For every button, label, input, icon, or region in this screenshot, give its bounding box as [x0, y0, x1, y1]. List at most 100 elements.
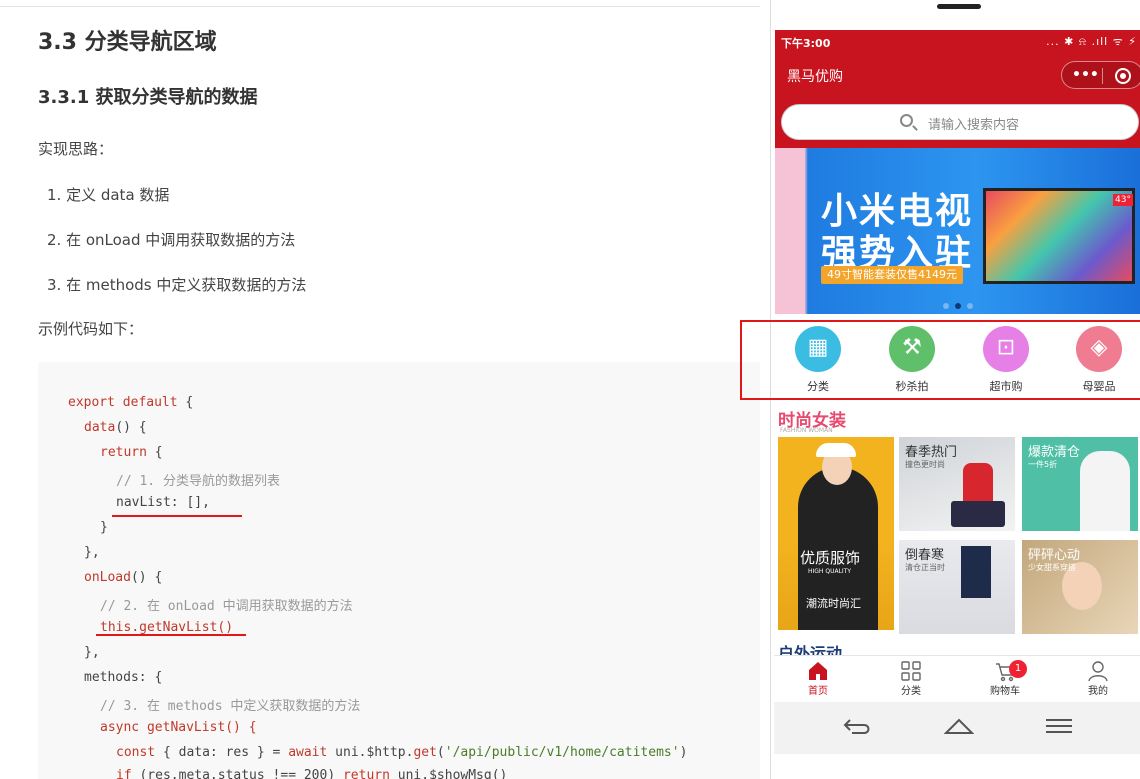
- grid-icon: ▦: [795, 326, 841, 372]
- nav-item-label: 分类: [807, 380, 829, 393]
- more-icon[interactable]: •••: [1072, 67, 1099, 83]
- nav-title: 黑马优购: [787, 69, 843, 85]
- shopping-bag-icon: ⊡: [983, 326, 1029, 372]
- code-line: onLoad() {: [84, 570, 163, 585]
- menu-icon[interactable]: [1044, 716, 1074, 741]
- status-bar: 下午3:00 ... ✱ ⍾ .ıll ᯤ ⚡: [775, 30, 1140, 54]
- nav-item-supermarket[interactable]: ⊡ 超市购: [976, 326, 1036, 394]
- code-line: navList: [],: [116, 495, 210, 510]
- tab-mine[interactable]: 我的: [1068, 660, 1128, 697]
- floor-tile[interactable]: 爆款清仓 一件5折: [1022, 437, 1138, 531]
- code-line: async getNavList() {: [100, 720, 257, 735]
- step-2: 2. 在 onLoad 中调用获取数据的方法: [47, 231, 296, 249]
- product-image: [963, 463, 993, 503]
- annotation-underline: [112, 515, 242, 517]
- tag-icon: ◈: [1076, 326, 1122, 372]
- status-time: 下午3:00: [781, 37, 831, 50]
- swiper-banner[interactable]: 小米电视 强势入驻 49寸智能套装仅售4149元 43°: [775, 148, 1140, 314]
- miniprogram-capsule[interactable]: •••: [1061, 61, 1140, 89]
- search-placeholder: 请输入搜索内容: [928, 118, 1020, 133]
- product-image: [961, 546, 991, 598]
- swiper-indicators: [940, 294, 976, 313]
- user-icon: [1068, 660, 1128, 682]
- search-input[interactable]: 请输入搜索内容: [781, 104, 1139, 140]
- top-divider: [0, 0, 760, 7]
- floor-tile[interactable]: 砰砰心动 少女甜系穿搭: [1022, 540, 1138, 634]
- android-nav-bar: [774, 702, 1140, 754]
- tab-label: 分类: [901, 686, 921, 697]
- nav-item-category[interactable]: ▦ 分类: [788, 326, 848, 394]
- home-nav-icon[interactable]: [943, 716, 975, 741]
- tile-title: 爆款清仓: [1028, 445, 1081, 460]
- back-icon[interactable]: [842, 716, 874, 741]
- code-comment: // 1. 分类导航的数据列表: [116, 474, 280, 489]
- code-line: methods: {: [84, 670, 163, 685]
- code-line: const { data: res } = await uni.$http.ge…: [116, 745, 688, 760]
- tile-subtitle: 一件5折: [1028, 460, 1058, 469]
- code-line: if (res.meta.status !== 200) return uni.…: [116, 768, 508, 779]
- code-block: export default { data() { return { // 1.…: [38, 362, 760, 779]
- capsule-divider: [1102, 68, 1103, 84]
- tile-title: 春季热门: [905, 445, 958, 460]
- hammer-icon: ⚒: [889, 326, 935, 372]
- product-image: [951, 501, 1005, 527]
- code-comment: // 3. 在 methods 中定义获取数据的方法: [100, 699, 361, 714]
- code-line: return {: [100, 445, 163, 460]
- tile-subtitle: 撞色更时尚: [905, 460, 945, 469]
- tile-title: 优质服饰: [800, 549, 861, 567]
- nav-item-flash-sale[interactable]: ⚒ 秒杀拍: [882, 326, 942, 394]
- tab-label: 购物车: [990, 686, 1020, 697]
- step-3: 3. 在 methods 中定义获取数据的方法: [47, 276, 307, 294]
- tile-subtitle: HIGH QUALITY: [808, 568, 852, 575]
- code-line: this.getNavList(): [100, 620, 234, 635]
- model-cap: [816, 443, 856, 457]
- nav-item-baby[interactable]: ◈ 母婴品: [1069, 326, 1129, 394]
- floor-tile[interactable]: 春季热门 撞色更时尚: [899, 437, 1015, 531]
- home-icon: [788, 660, 848, 682]
- code-line: }: [100, 520, 108, 535]
- code-line: export default {: [68, 395, 194, 410]
- code-comment: // 2. 在 onLoad 中调用获取数据的方法: [100, 599, 353, 614]
- category-icon: [881, 660, 941, 682]
- cart-icon: 1: [975, 660, 1035, 682]
- indicator-dot-active[interactable]: [955, 303, 961, 309]
- tile-title: 倒春寒: [905, 548, 945, 563]
- nav-item-label: 超市购: [989, 380, 1023, 393]
- banner-tag: 43°: [1113, 194, 1133, 206]
- example-label: 示例代码如下：: [38, 320, 144, 338]
- banner-promo: 49寸智能套装仅售4149元: [821, 266, 963, 284]
- status-icons: ... ✱ ⍾ .ıll ᯤ ⚡: [1046, 35, 1137, 48]
- tab-cart[interactable]: 1 购物车: [975, 660, 1035, 697]
- indicator-dot[interactable]: [967, 303, 973, 309]
- tab-label: 首页: [808, 686, 828, 697]
- annotation-underline: [96, 634, 246, 636]
- search-area: 请输入搜索内容: [775, 96, 1140, 148]
- phone-speaker: [937, 4, 981, 9]
- subsection-heading: 3.3.1 获取分类导航的数据: [38, 87, 258, 108]
- tutorial-document: 3.3 分类导航区域 3.3.1 获取分类导航的数据 实现思路： 1. 定义 d…: [0, 0, 770, 779]
- tile-title: 砰砰心动: [1028, 548, 1081, 563]
- tab-label: 我的: [1088, 686, 1108, 697]
- tab-category[interactable]: 分类: [881, 660, 941, 697]
- floor-tile[interactable]: 倒春寒 清仓正当时: [899, 540, 1015, 634]
- nav-item-label: 秒杀拍: [895, 380, 929, 393]
- tile-slogan: 潮流时尚汇: [806, 597, 861, 610]
- nav-bar: 黑马优购 •••: [775, 54, 1140, 96]
- tile-subtitle: 少女甜系穿搭: [1028, 563, 1076, 572]
- code-line: data() {: [84, 420, 147, 435]
- code-line: },: [84, 545, 100, 560]
- floor-subtitle: FASHION WOMAN: [780, 427, 833, 434]
- nav-item-label: 母婴品: [1082, 380, 1116, 393]
- close-target-icon[interactable]: [1115, 68, 1131, 84]
- banner-prev-peek: [775, 148, 805, 314]
- cart-badge: 1: [1009, 660, 1027, 678]
- floor-main-tile[interactable]: 优质服饰 HIGH QUALITY 潮流时尚汇: [778, 437, 894, 630]
- tab-home[interactable]: 首页: [788, 660, 848, 697]
- tile-subtitle: 清仓正当时: [905, 563, 945, 572]
- section-heading: 3.3 分类导航区域: [38, 30, 217, 55]
- step-1: 1. 定义 data 数据: [47, 186, 170, 204]
- indicator-dot[interactable]: [943, 303, 949, 309]
- tab-bar: 首页 分类 1 购物车 我的: [774, 655, 1140, 701]
- search-icon: [900, 114, 913, 127]
- product-image: [1080, 451, 1130, 531]
